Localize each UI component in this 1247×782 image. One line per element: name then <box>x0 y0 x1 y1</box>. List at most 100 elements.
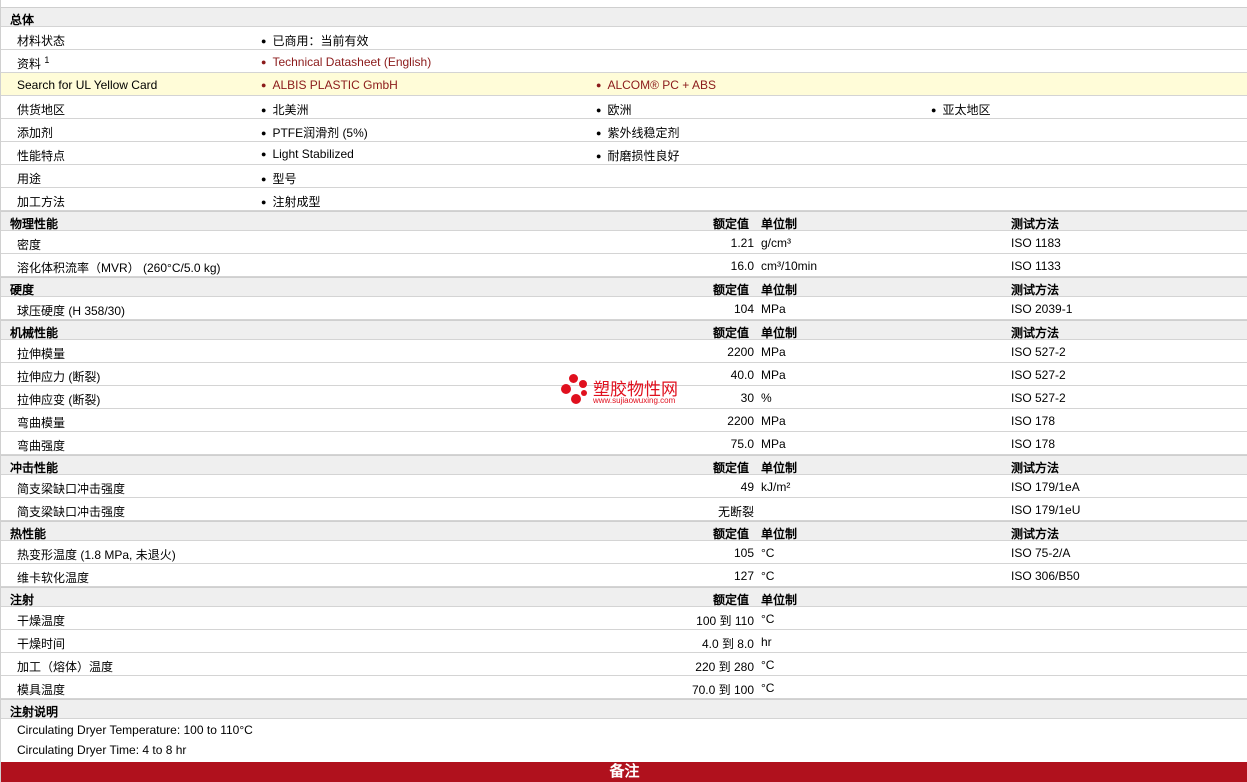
rated-value-header: 额定值 <box>713 461 750 475</box>
property-unit: cm³/10min <box>761 259 818 273</box>
bullet-link[interactable]: ALBIS PLASTIC GmbH <box>261 78 397 92</box>
property-value: 16.0 <box>730 259 754 273</box>
section-header: 热性能 额定值 单位制 测试方法 <box>1 521 1247 541</box>
property-value: 2200 <box>727 414 754 428</box>
property-label: 拉伸应变 (断裂) <box>17 393 101 407</box>
property-label: 弯曲模量 <box>17 416 66 430</box>
property-unit: kJ/m² <box>761 480 791 494</box>
property-value: 100 到 110 <box>696 614 754 628</box>
superscript-note: 1 <box>44 55 50 65</box>
bullet-link[interactable]: Technical Datasheet (English) <box>261 55 431 69</box>
property-row: 弯曲模量 2200 MPa ISO 178 <box>1 409 1247 432</box>
general-row: 供货地区 北美洲 欧洲 亚太地区 <box>1 96 1247 119</box>
property-value: 1.21 <box>730 236 754 250</box>
top-spacer <box>1 0 1247 7</box>
note-line: Circulating Dryer Temperature: 100 to 11… <box>1 719 1247 739</box>
bullet-item: 注射成型 <box>261 193 320 210</box>
unit-header: 单位制 <box>761 217 798 231</box>
property-row: 干燥时间 4.0 到 8.0 hr <box>1 630 1247 653</box>
unit-header: 单位制 <box>761 326 798 340</box>
property-row: 拉伸模量 2200 MPa ISO 527-2 <box>1 340 1247 363</box>
general-label-text: 用途 <box>17 172 42 186</box>
property-row: 溶化体积流率（MVR） (260°C/5.0 kg) 16.0 cm³/10min I… <box>1 254 1247 277</box>
property-method: ISO 527-2 <box>1011 368 1066 382</box>
property-method: ISO 527-2 <box>1011 345 1066 359</box>
bullet-item: 亚太地区 <box>931 101 990 118</box>
section-header-general: 总体 <box>1 7 1247 27</box>
property-unit: MPa <box>761 437 786 451</box>
general-label-text: 加工方法 <box>17 195 66 209</box>
watermark-dot <box>561 384 571 394</box>
general-row: 添加剂 PTFE润滑剂 (5%) 紫外线稳定剂 <box>1 119 1247 142</box>
property-label: 干燥时间 <box>17 637 66 651</box>
general-label-text: 供货地区 <box>17 103 66 117</box>
property-label: 维卡软化温度 <box>17 571 90 585</box>
property-method: ISO 178 <box>1011 437 1056 451</box>
property-unit: °C <box>761 569 775 583</box>
property-value: 40.0 <box>730 368 754 382</box>
bullet-item: PTFE润滑剂 (5%) <box>261 124 367 141</box>
property-value: 无断裂 <box>717 505 754 519</box>
section-title: 硬度 <box>10 283 35 297</box>
watermark-logo: 塑胶物性网 www.sujiaowuxing.com <box>561 374 701 410</box>
note-text: Circulating Dryer Time: 4 to 8 hr <box>17 743 187 757</box>
unit-header: 单位制 <box>761 527 798 541</box>
watermark-dot <box>569 374 578 383</box>
general-label-text: 资料 <box>17 57 42 71</box>
section-header-notes: 注射说明 <box>1 699 1247 719</box>
test-method-header: 测试方法 <box>1011 217 1060 231</box>
property-row: 加工（熔体）温度 220 到 280 °C <box>1 653 1247 676</box>
property-unit: °C <box>761 612 775 626</box>
property-value: 2200 <box>727 345 754 359</box>
property-unit: MPa <box>761 345 786 359</box>
test-method-header: 测试方法 <box>1011 283 1060 297</box>
property-unit: hr <box>761 635 772 649</box>
property-row: 热变形温度 (1.8 MPa, 未退火) 105 °C ISO 75-2/A <box>1 541 1247 564</box>
property-value: 220 到 280 <box>695 660 754 674</box>
bullet-link[interactable]: ALCOM® PC + ABS <box>596 78 716 92</box>
general-row: 用途 型号 <box>1 165 1247 188</box>
remarks-bar[interactable]: 备注 <box>1 762 1247 782</box>
property-row: 球压硬度 (H 358/30) 104 MPa ISO 2039-1 <box>1 297 1247 320</box>
rated-value-header: 额定值 <box>713 283 750 297</box>
general-row: 资料 1 Technical Datasheet (English) <box>1 50 1247 73</box>
property-label: 拉伸模量 <box>17 347 66 361</box>
section-title: 总体 <box>10 13 35 27</box>
property-unit: MPa <box>761 414 786 428</box>
general-row: 材料状态 已商用：当前有效 <box>1 27 1247 50</box>
general-row: 加工方法 注射成型 <box>1 188 1247 211</box>
property-method: ISO 1133 <box>1011 259 1061 273</box>
property-row: 简支梁缺口冲击强度 无断裂 ISO 179/1eU <box>1 498 1247 521</box>
bullet-item: Light Stabilized <box>261 147 353 161</box>
property-label: 简支梁缺口冲击强度 <box>17 505 126 519</box>
property-row: 维卡软化温度 127 °C ISO 306/B50 <box>1 564 1247 587</box>
property-unit: °C <box>761 658 775 672</box>
section-title: 热性能 <box>10 527 47 541</box>
section-title: 冲击性能 <box>10 461 59 475</box>
property-label: 简支梁缺口冲击强度 <box>17 482 126 496</box>
property-method: ISO 179/1eU <box>1011 503 1081 517</box>
watermark-url: www.sujiaowuxing.com <box>593 396 676 405</box>
property-value: 75.0 <box>730 437 754 451</box>
general-row: Search for UL Yellow Card ALBIS PLASTIC G… <box>1 73 1247 96</box>
property-row: 简支梁缺口冲击强度 49 kJ/m² ISO 179/1eA <box>1 475 1247 498</box>
property-method: ISO 75-2/A <box>1011 546 1071 560</box>
section-header: 机械性能 额定值 单位制 测试方法 <box>1 320 1247 340</box>
property-label: 球压硬度 (H 358/30) <box>17 304 126 318</box>
bullet-item: 欧洲 <box>596 101 631 118</box>
general-row: 性能特点 Light Stabilized 耐磨损性良好 <box>1 142 1247 165</box>
general-row-label: 资料 1 <box>17 55 49 72</box>
test-method-header: 测试方法 <box>1011 527 1060 541</box>
property-label: 弯曲强度 <box>17 439 66 453</box>
property-row: 密度 1.21 g/cm³ ISO 1183 <box>1 231 1247 254</box>
bullet-item: 北美洲 <box>261 101 308 118</box>
section-header: 物理性能 额定值 单位制 测试方法 <box>1 211 1247 231</box>
property-label: 拉伸应力 (断裂) <box>17 370 101 384</box>
property-unit: °C <box>761 546 775 560</box>
property-label: 溶化体积流率（MVR） (260°C/5.0 kg) <box>17 261 221 275</box>
note-text: Circulating Dryer Temperature: 100 to 11… <box>17 723 253 737</box>
general-label-text: 性能特点 <box>17 149 66 163</box>
general-row-label: 用途 <box>17 170 41 187</box>
property-value: 127 <box>733 569 754 583</box>
unit-header: 单位制 <box>761 283 798 297</box>
